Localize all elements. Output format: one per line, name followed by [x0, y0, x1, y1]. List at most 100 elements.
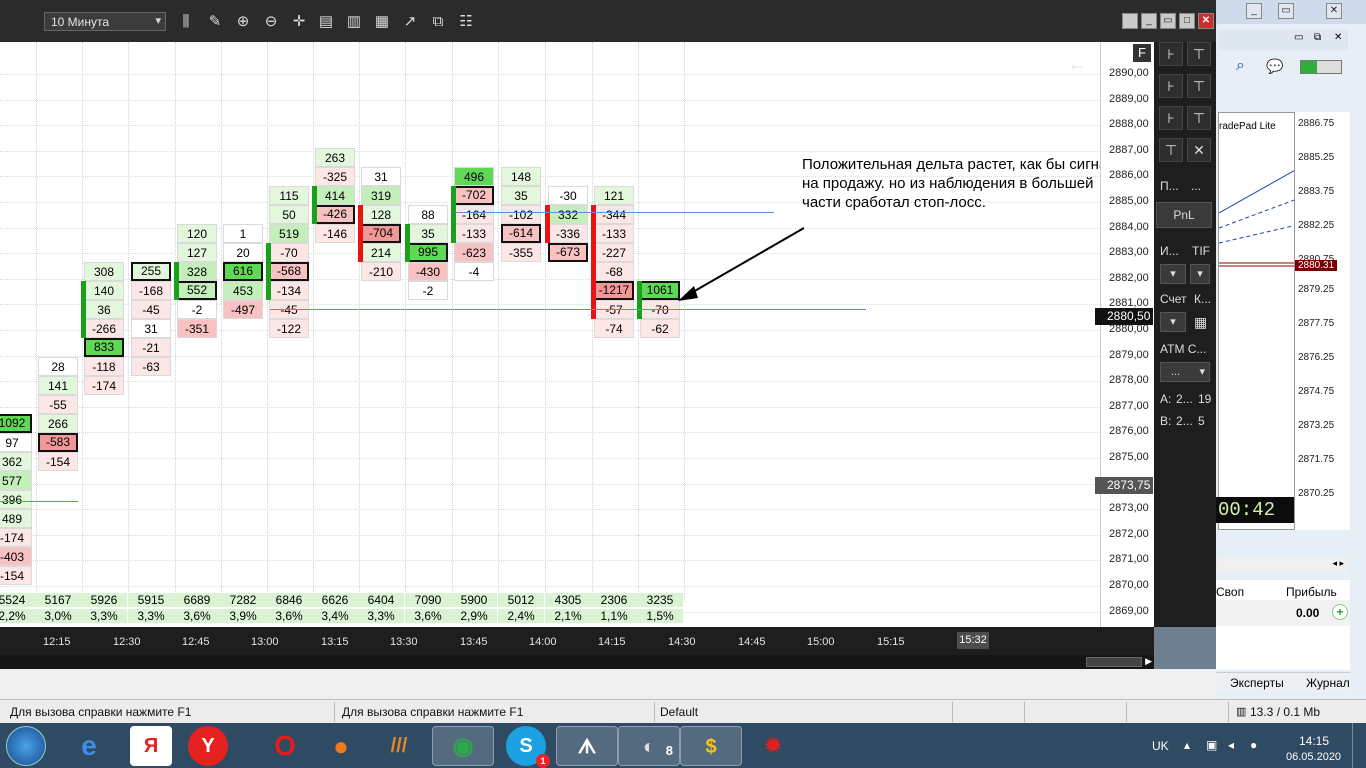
- side-restore-button[interactable]: ▭: [1278, 3, 1294, 19]
- price-tick: 2869,00: [1109, 604, 1149, 617]
- window-minimize-button[interactable]: _: [1141, 13, 1157, 29]
- volume-value: 6846: [266, 593, 312, 607]
- buy-limit-icon[interactable]: ⊦: [1159, 42, 1183, 66]
- yandex-browser-icon[interactable]: Y: [188, 726, 228, 766]
- crosshair-icon[interactable]: ✛: [289, 12, 309, 32]
- add-icon[interactable]: +: [1332, 604, 1348, 620]
- net-bars-icon: ▥: [1236, 706, 1247, 718]
- sell-limit-icon[interactable]: ⊤: [1187, 42, 1211, 66]
- firefox-icon[interactable]: ●: [310, 726, 372, 766]
- calculator-icon[interactable]: ▦: [1194, 314, 1207, 331]
- skype-icon[interactable]: S1: [506, 726, 550, 768]
- language-indicator[interactable]: UK: [1152, 739, 1169, 753]
- atm-value: ...: [1171, 366, 1181, 378]
- chat-icon[interactable]: 💬: [1266, 58, 1283, 75]
- price-tick: 2887,00: [1109, 143, 1149, 156]
- sell-market-icon[interactable]: ⊤: [1187, 74, 1211, 98]
- properties-icon[interactable]: ☷: [456, 12, 476, 32]
- footprint-cell: -134: [269, 281, 309, 300]
- atm-select[interactable]: ... ▾: [1160, 362, 1210, 382]
- app8-icon[interactable]: ◐ 8: [618, 726, 680, 766]
- show-desktop-button[interactable]: [1352, 723, 1366, 768]
- pnl-button[interactable]: PnL: [1156, 202, 1212, 228]
- volume-percent: 3,6%: [405, 609, 451, 623]
- time-tick: 14:15: [598, 636, 626, 648]
- chart-toolbar: 10 Минута ▾ ⫼ ✎ ⊕ ⊖ ✛ ▤ ▥ ▦ ↗ ⧉ ☷ _ ▭ □ …: [0, 0, 1216, 42]
- mini-chart-lines: [1219, 168, 1297, 267]
- sell-stop-icon[interactable]: ⊤: [1187, 106, 1211, 130]
- time-tick: 15:15: [877, 636, 905, 648]
- ie-icon[interactable]: e: [58, 726, 120, 766]
- strategies-icon[interactable]: ⧉: [428, 12, 448, 32]
- connection-indicator: [1300, 60, 1342, 74]
- window-close-button[interactable]: ✕: [1198, 13, 1214, 29]
- window-maximize-button[interactable]: □: [1179, 13, 1195, 29]
- terminal-total-row: [1216, 600, 1350, 626]
- price-tick: 2878,00: [1109, 374, 1149, 387]
- zoom-in-icon[interactable]: ⊕: [233, 12, 253, 32]
- annotation-arrow: [678, 227, 805, 301]
- footprint-cell: -2: [408, 281, 448, 300]
- level-line: [455, 212, 774, 213]
- mini-price-tick: 2870.25: [1298, 488, 1335, 499]
- draw-tool-icon[interactable]: ✎: [205, 12, 225, 32]
- bars-icon[interactable]: ▦: [372, 12, 392, 32]
- buy-stop-icon[interactable]: ⊦: [1159, 106, 1183, 130]
- volume-value: 3235: [637, 593, 683, 607]
- start-button[interactable]: [6, 726, 46, 766]
- mini-chart[interactable]: radePad Lite: [1218, 112, 1297, 530]
- ninjatrader-icon[interactable]: ///: [368, 726, 430, 766]
- grid-line: [0, 381, 1100, 383]
- account-select[interactable]: ▾: [1160, 312, 1186, 332]
- quantity-select[interactable]: ▾: [1160, 264, 1186, 284]
- chrome-icon[interactable]: ◉: [432, 726, 494, 766]
- ninja-app-icon[interactable]: ᗑ: [556, 726, 618, 766]
- network-icon[interactable]: ▣: [1206, 738, 1217, 752]
- time-tick: 13:00: [251, 636, 279, 648]
- footprint-cell: 115: [269, 186, 309, 205]
- templates-icon[interactable]: ▥: [344, 12, 364, 32]
- metatrader-icon[interactable]: $: [680, 726, 742, 766]
- window-restore-button[interactable]: ▭: [1160, 13, 1176, 29]
- side-minimize-button[interactable]: _: [1246, 3, 1262, 19]
- search-icon[interactable]: ⌕: [1236, 57, 1245, 75]
- candle-body: [312, 186, 317, 224]
- inner-restore-button[interactable]: ⧉: [1314, 32, 1321, 43]
- f-button[interactable]: F: [1133, 44, 1151, 62]
- skype-badge: 1: [536, 754, 550, 768]
- tab-experts[interactable]: Эксперты: [1230, 676, 1284, 690]
- time-tick: 14:30: [668, 636, 696, 648]
- close-position-icon[interactable]: ✕: [1187, 138, 1211, 162]
- reverse-icon[interactable]: ⊤: [1159, 138, 1183, 162]
- tray-arrow-icon[interactable]: ▴: [1184, 738, 1190, 752]
- data-box-icon[interactable]: ▤: [316, 12, 336, 32]
- timeframe-select[interactable]: 10 Минута ▾: [44, 12, 166, 31]
- scroll-right-icon[interactable]: ▶: [1145, 656, 1152, 667]
- yandex-icon[interactable]: Я: [130, 726, 172, 766]
- bar-type-icon[interactable]: ⫼: [176, 12, 196, 32]
- scrollbar-thumb[interactable]: [1086, 657, 1142, 667]
- side-close-button[interactable]: ✕: [1326, 3, 1342, 19]
- opera-icon[interactable]: O: [254, 726, 316, 766]
- back-arrow-icon[interactable]: ←: [1068, 54, 1086, 75]
- footprint-cell: 453: [223, 281, 263, 300]
- timeframe-value: 10 Минута: [51, 15, 110, 29]
- app-gear-icon[interactable]: ✹: [742, 726, 804, 766]
- volume-icon[interactable]: ◂: [1228, 738, 1234, 752]
- inner-minimize-button[interactable]: ▭: [1294, 32, 1303, 43]
- net-speed: 13.3 / 0.1 Mb: [1250, 705, 1321, 719]
- inner-close-button[interactable]: ✕: [1334, 32, 1342, 43]
- mini-price-tick: 2877.75: [1298, 318, 1335, 329]
- footprint-chart[interactable]: 1092 97 362 577 396 489 -174 -403 -154 28 141 -55 26…: [0, 42, 1100, 627]
- chart-scrollbar[interactable]: ▶: [0, 655, 1154, 669]
- window-extra-button[interactable]: [1122, 13, 1138, 29]
- tab-journal[interactable]: Журнал: [1306, 676, 1350, 690]
- bid-qty: 5: [1198, 414, 1205, 428]
- account-label: Счет: [1160, 292, 1187, 306]
- power-icon[interactable]: ●: [1250, 738, 1257, 752]
- tif-select[interactable]: ▾: [1190, 264, 1210, 284]
- side-scrollbar[interactable]: ◂ ▸: [1218, 558, 1348, 572]
- zoom-out-icon[interactable]: ⊖: [261, 12, 281, 32]
- buy-market-icon[interactable]: ⊦: [1159, 74, 1183, 98]
- indicators-icon[interactable]: ↗: [400, 12, 420, 32]
